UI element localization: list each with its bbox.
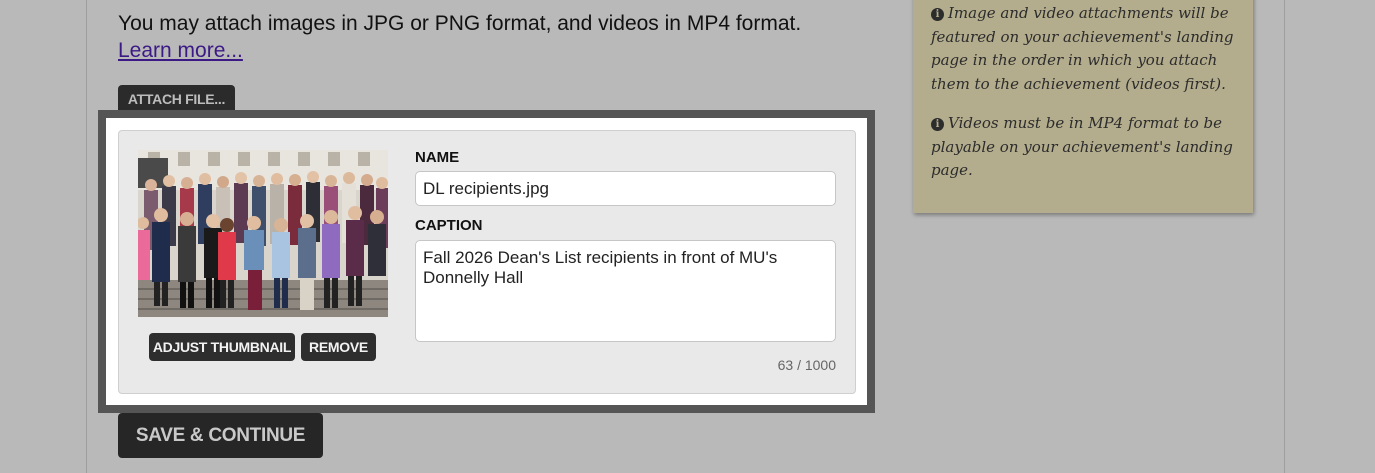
caption-character-count: 63 / 1000 [777,357,836,373]
info-note: i Image and video attachments will be fea… [913,0,1253,213]
adjust-thumbnail-button[interactable]: ADJUST THUMBNAIL [149,333,295,361]
attachment-card: ADJUST THUMBNAIL REMOVE NAME CAPTION Fal… [118,130,856,394]
caption-field[interactable]: Fall 2026 Dean's List recipients in fron… [415,240,836,342]
instructions-text: You may attach images in JPG or PNG form… [118,12,802,35]
remove-attachment-button[interactable]: REMOVE [301,333,376,361]
note-item-text: Videos must be in MP4 format to be playa… [931,114,1233,179]
info-icon: i [931,8,944,21]
attachment-highlight-frame: ADJUST THUMBNAIL REMOVE NAME CAPTION Fal… [98,110,875,413]
page: You may attach images in JPG or PNG form… [0,0,1375,473]
name-label: NAME [415,149,460,166]
content-divider-right [1284,0,1285,473]
name-field[interactable] [415,171,836,206]
learn-more-link[interactable]: Learn more... [118,39,243,62]
attachment-instructions: You may attach images in JPG or PNG form… [118,10,858,64]
group-photo-icon [138,150,388,317]
info-icon: i [931,118,944,131]
attachment-thumbnail [138,150,388,317]
caption-label: CAPTION [415,217,483,234]
note-item: i Videos must be in MP4 format to be play… [931,112,1235,183]
save-and-continue-button[interactable]: SAVE & CONTINUE [118,413,323,458]
content-divider-left [86,0,87,473]
note-item: i Image and video attachments will be fea… [931,2,1235,96]
note-item-text: Image and video attachments will be feat… [931,4,1234,93]
